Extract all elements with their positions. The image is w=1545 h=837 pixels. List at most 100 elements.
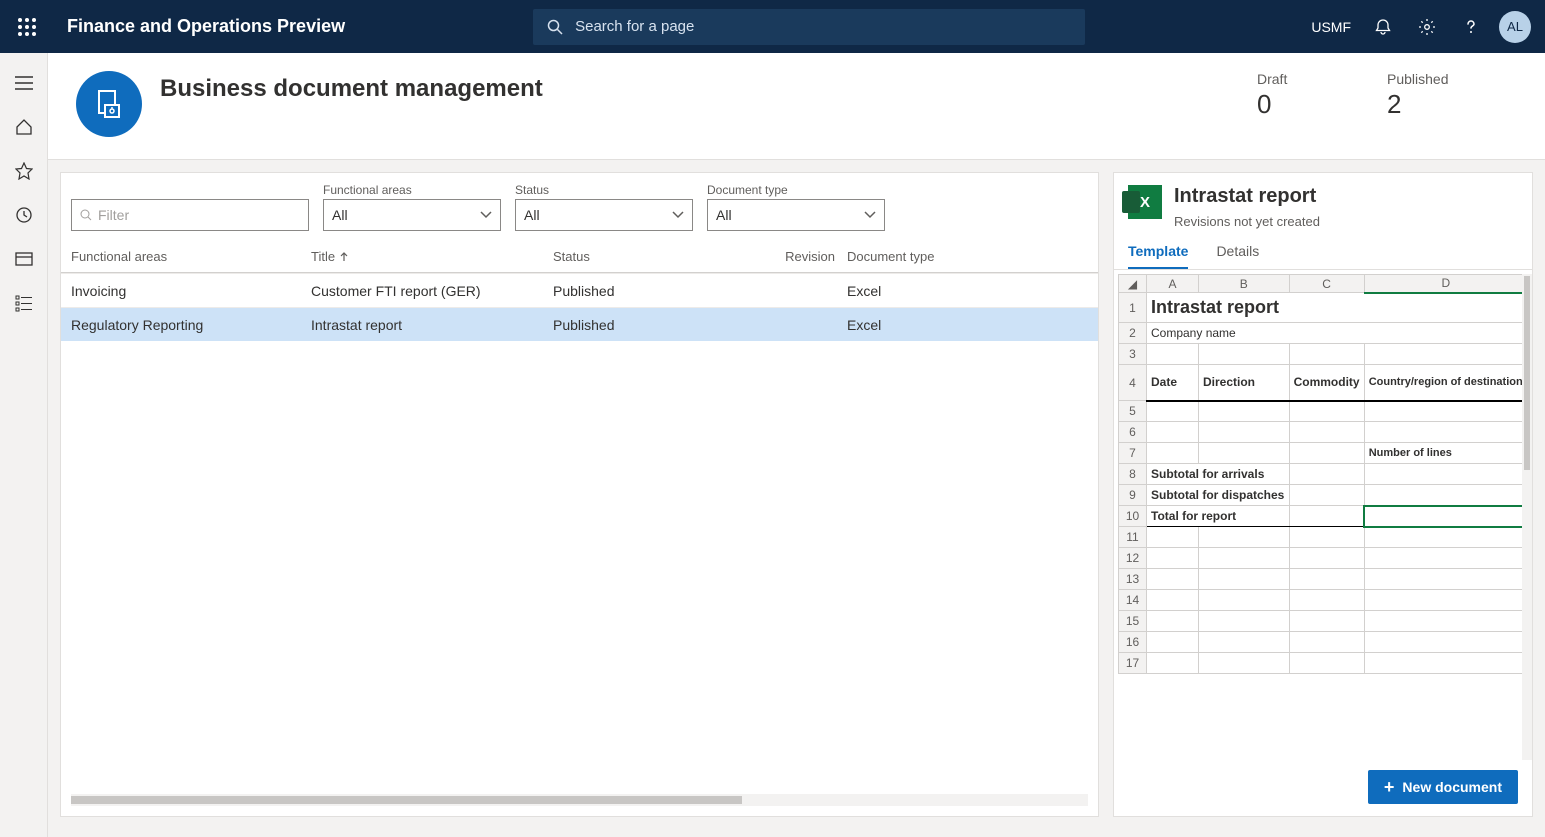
row-header[interactable]: 15 <box>1119 611 1147 632</box>
cell[interactable] <box>1289 611 1364 632</box>
horizontal-scrollbar[interactable] <box>71 794 1088 806</box>
cell[interactable]: Country/region of destination <box>1364 365 1527 401</box>
th-status[interactable]: Status <box>553 249 785 264</box>
vertical-scrollbar[interactable] <box>1522 274 1532 760</box>
row-header[interactable]: 7 <box>1119 443 1147 464</box>
cell[interactable] <box>1289 590 1364 611</box>
cell[interactable] <box>1198 590 1289 611</box>
cell[interactable] <box>1198 527 1289 548</box>
col-header[interactable]: D <box>1364 275 1527 293</box>
cell[interactable] <box>1289 653 1364 674</box>
cell[interactable] <box>1147 443 1199 464</box>
cell[interactable] <box>1289 422 1364 443</box>
waffle-menu-button[interactable] <box>0 18 53 36</box>
cell[interactable] <box>1364 344 1527 365</box>
cell[interactable] <box>1364 569 1527 590</box>
row-header[interactable]: 13 <box>1119 569 1147 590</box>
cell[interactable] <box>1198 548 1289 569</box>
help-button[interactable] <box>1449 0 1493 53</box>
cell[interactable]: Subtotal for arrivals <box>1147 464 1290 485</box>
tab-template[interactable]: Template <box>1128 243 1188 269</box>
nav-expand-button[interactable] <box>14 73 34 93</box>
row-header[interactable]: 9 <box>1119 485 1147 506</box>
cell[interactable] <box>1198 632 1289 653</box>
cell[interactable] <box>1289 527 1364 548</box>
cell[interactable] <box>1147 590 1199 611</box>
row-header[interactable]: 11 <box>1119 527 1147 548</box>
col-header[interactable]: A <box>1147 275 1199 293</box>
cell[interactable] <box>1289 485 1364 506</box>
table-row[interactable]: Regulatory Reporting Intrastat report Pu… <box>61 307 1098 341</box>
row-header[interactable]: 2 <box>1119 323 1147 344</box>
cell[interactable] <box>1198 344 1289 365</box>
cell[interactable] <box>1147 569 1199 590</box>
modules-button[interactable] <box>14 293 34 313</box>
cell[interactable] <box>1364 590 1527 611</box>
user-avatar[interactable]: AL <box>1499 11 1531 43</box>
cell[interactable] <box>1289 401 1364 422</box>
cell[interactable]: Company name <box>1147 323 1528 344</box>
settings-button[interactable] <box>1405 0 1449 53</box>
row-header[interactable]: 1 <box>1119 293 1147 323</box>
th-functional-areas[interactable]: Functional areas <box>71 249 311 264</box>
cell[interactable] <box>1364 464 1527 485</box>
cell[interactable] <box>1147 344 1199 365</box>
search-box[interactable]: Search for a page <box>533 9 1085 45</box>
cell[interactable] <box>1147 422 1199 443</box>
row-header[interactable]: 14 <box>1119 590 1147 611</box>
select-all-cell[interactable]: ◢ <box>1119 275 1147 293</box>
workspaces-button[interactable] <box>14 249 34 269</box>
tab-details[interactable]: Details <box>1216 243 1259 269</box>
cell[interactable] <box>1147 611 1199 632</box>
row-header[interactable]: 3 <box>1119 344 1147 365</box>
cell[interactable] <box>1198 443 1289 464</box>
cell[interactable] <box>1198 611 1289 632</box>
col-header[interactable]: B <box>1198 275 1289 293</box>
recent-button[interactable] <box>14 205 34 225</box>
row-header[interactable]: 6 <box>1119 422 1147 443</box>
new-document-button[interactable]: + New document <box>1368 770 1518 804</box>
cell[interactable] <box>1289 443 1364 464</box>
cell[interactable]: Direction <box>1198 365 1289 401</box>
row-header[interactable]: 10 <box>1119 506 1147 527</box>
cell[interactable] <box>1364 611 1527 632</box>
functional-areas-select[interactable]: All <box>323 199 501 231</box>
table-row[interactable]: Invoicing Customer FTI report (GER) Publ… <box>61 273 1098 307</box>
cell[interactable] <box>1147 527 1199 548</box>
cell[interactable]: Total for report <box>1147 506 1290 527</box>
legal-entity-label[interactable]: USMF <box>1311 19 1351 35</box>
row-header[interactable]: 4 <box>1119 365 1147 401</box>
cell[interactable] <box>1364 527 1527 548</box>
row-header[interactable]: 8 <box>1119 464 1147 485</box>
row-header[interactable]: 12 <box>1119 548 1147 569</box>
cell[interactable] <box>1289 548 1364 569</box>
row-header[interactable]: 16 <box>1119 632 1147 653</box>
cell[interactable] <box>1147 653 1199 674</box>
cell[interactable] <box>1364 506 1527 527</box>
filter-input[interactable]: Filter <box>71 199 309 231</box>
cell[interactable] <box>1198 401 1289 422</box>
cell[interactable]: Date <box>1147 365 1199 401</box>
cell[interactable] <box>1289 632 1364 653</box>
row-header[interactable]: 5 <box>1119 401 1147 422</box>
cell[interactable] <box>1289 506 1364 527</box>
doctype-select[interactable]: All <box>707 199 885 231</box>
cell[interactable] <box>1198 569 1289 590</box>
cell[interactable]: Subtotal for dispatches <box>1147 485 1290 506</box>
cell[interactable] <box>1364 422 1527 443</box>
cell[interactable]: Number of lines <box>1364 443 1527 464</box>
favorites-button[interactable] <box>14 161 34 181</box>
cell[interactable]: Commodity <box>1289 365 1364 401</box>
notifications-button[interactable] <box>1361 0 1405 53</box>
cell[interactable] <box>1147 548 1199 569</box>
home-button[interactable] <box>14 117 34 137</box>
th-title[interactable]: Title <box>311 249 553 264</box>
cell[interactable] <box>1364 485 1527 506</box>
cell[interactable] <box>1289 569 1364 590</box>
cell[interactable]: Intrastat report <box>1147 293 1528 323</box>
cell[interactable] <box>1198 422 1289 443</box>
th-revision[interactable]: Revision <box>785 249 835 264</box>
cell[interactable] <box>1364 632 1527 653</box>
cell[interactable] <box>1147 632 1199 653</box>
cell[interactable] <box>1364 401 1527 422</box>
